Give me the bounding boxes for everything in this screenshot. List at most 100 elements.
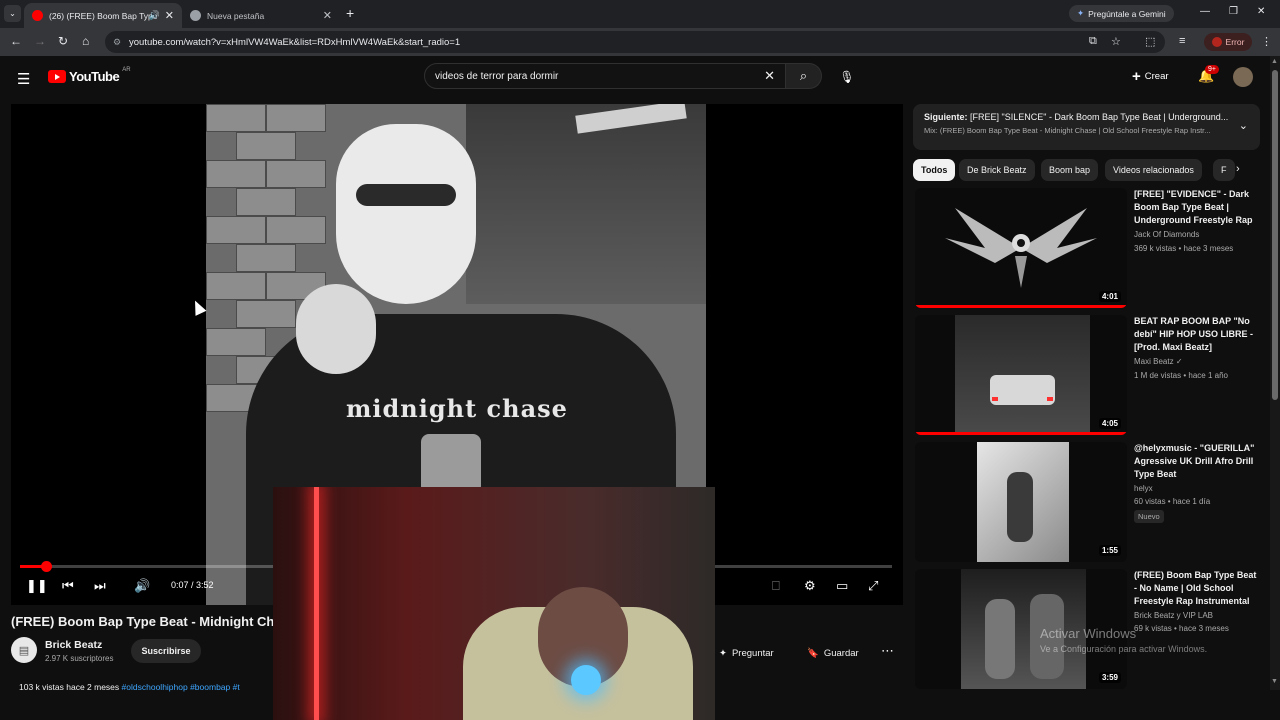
glowing-microphone	[571, 665, 601, 695]
recommendation-channel[interactable]: Jack Of Diamonds	[1134, 230, 1199, 239]
recommendation-item[interactable]: 1:55 @helyxmusic - "GUERILLA" Agressive …	[913, 442, 1260, 564]
tab-search-button[interactable]: ⌄	[4, 5, 21, 22]
video-thumbnail[interactable]: 4:01	[915, 188, 1127, 308]
channel-avatar[interactable]: ▤	[11, 637, 37, 663]
tab-new-tab[interactable]: Nueva pestaña ✕	[182, 3, 340, 28]
chip-scroll-right-icon[interactable]: ›	[1236, 163, 1240, 175]
chrome-favicon-icon	[190, 10, 201, 21]
youtube-favicon-icon	[32, 10, 43, 21]
recommendation-channel[interactable]: helyx	[1134, 484, 1153, 493]
browser-menu-icon[interactable]: ⋮	[1261, 35, 1272, 48]
duration-badge: 4:05	[1098, 418, 1121, 429]
search-button[interactable]: ⌕	[786, 63, 822, 89]
home-icon[interactable]: ⌂	[82, 34, 89, 48]
minimize-icon[interactable]: —	[1200, 6, 1210, 17]
recommendation-item[interactable]: 4:05 BEAT RAP BOOM BAP "No debí" HIP HOP…	[913, 315, 1260, 437]
create-label: Crear	[1144, 71, 1169, 82]
duration-badge: 1:55	[1098, 545, 1121, 556]
tab-youtube[interactable]: (26) (FREE) Boom Bap Type 🔊 ✕	[24, 3, 182, 28]
chip-de-brick-beatz[interactable]: De Brick Beatz	[959, 159, 1035, 181]
watched-progress-bar	[915, 305, 1127, 308]
site-info-icon[interactable]: ⚙	[113, 37, 121, 48]
recommendation-item[interactable]: 4:01 [FREE] "EVIDENCE" - Dark Boom Bap T…	[913, 188, 1260, 310]
profile-icon	[1211, 37, 1222, 47]
page-scrollbar[interactable]: ▲ ▼	[1270, 56, 1280, 690]
back-icon[interactable]: ←	[10, 34, 22, 48]
subtitles-icon[interactable]: ⎕	[772, 578, 780, 594]
gemini-button[interactable]: ✦ Pregúntale a Gemini	[1069, 5, 1174, 22]
next-prefix: Siguiente:	[924, 112, 968, 122]
country-code: AR	[122, 66, 131, 73]
maximize-icon[interactable]: ❐	[1229, 6, 1238, 17]
close-tab-icon[interactable]: ✕	[323, 9, 332, 22]
recommendation-title[interactable]: [FREE] "EVIDENCE" - Dark Boom Bap Type B…	[1134, 188, 1258, 228]
save-button[interactable]: 🔖 Guardar	[807, 643, 859, 663]
settings-gear-icon[interactable]: ⚙	[804, 578, 816, 594]
close-tab-icon[interactable]: ✕	[165, 9, 174, 22]
forward-icon[interactable]: →	[34, 34, 46, 48]
scroll-down-icon[interactable]: ▼	[1271, 678, 1278, 685]
recommendation-channel[interactable]: Maxi Beatz	[1134, 357, 1174, 366]
new-tab-button[interactable]: +	[346, 5, 354, 21]
scroll-up-icon[interactable]: ▲	[1271, 58, 1278, 65]
description-preview[interactable]: 103 k vistas hace 2 meses #oldschoolhiph…	[19, 682, 274, 692]
recommendation-title[interactable]: (FREE) Boom Bap Type Beat - No Name | Ol…	[1134, 569, 1258, 608]
recommendation-channel[interactable]: Brick Beatz y VIP LAB	[1134, 611, 1213, 620]
channel-name[interactable]: Brick Beatz	[45, 639, 102, 651]
account-avatar[interactable]	[1233, 67, 1253, 87]
fullscreen-icon[interactable]: ⤢	[868, 578, 878, 594]
balaclava-eyeholes	[356, 184, 456, 206]
video-thumbnail[interactable]: 1:55	[915, 442, 1127, 562]
reload-icon[interactable]: ↻	[58, 34, 68, 48]
ceiling	[466, 104, 706, 304]
scrollbar-thumb[interactable]	[1272, 70, 1278, 400]
hamburger-menu-icon[interactable]: ☰	[17, 70, 30, 88]
browser-tab-strip: ⌄ (26) (FREE) Boom Bap Type 🔊 ✕ Nueva pe…	[0, 0, 1280, 28]
address-bar[interactable]: ⚙ youtube.com/watch?v=xHmlVW4WaEk&list=R…	[105, 31, 1165, 53]
volume-icon[interactable]: 🔊	[134, 578, 150, 594]
recommendation-title[interactable]: @helyxmusic - "GUERILLA" Agressive UK Dr…	[1134, 442, 1258, 481]
hashtags[interactable]: #oldschoolhiphop #boombap #t	[122, 682, 240, 692]
search-query: videos de terror para dormir	[435, 70, 559, 82]
ask-label: Preguntar	[731, 647, 774, 659]
more-actions-icon[interactable]: ⋯	[881, 643, 894, 659]
bookmark-star-icon[interactable]: ☆	[1111, 35, 1121, 48]
shirt-print-text: midnight chase	[346, 394, 568, 423]
profile-error-button[interactable]: Error	[1204, 33, 1252, 51]
search-icon: ⌕	[799, 68, 808, 83]
video-thumbnail[interactable]: 4:05	[915, 315, 1127, 435]
chip-more[interactable]: F	[1213, 159, 1235, 181]
ask-button[interactable]: ✦ Preguntar	[719, 643, 774, 663]
theater-mode-icon[interactable]: ▭	[836, 578, 848, 594]
next-icon[interactable]: ⏭	[94, 578, 106, 594]
youtube-logo[interactable]: YouTube AR	[48, 66, 131, 84]
chip-todos[interactable]: Todos	[913, 159, 956, 181]
clear-search-icon[interactable]: ✕	[764, 68, 775, 84]
playlist-next-panel[interactable]: Siguiente: [FREE] "SILENCE" - Dark Boom …	[913, 104, 1260, 150]
tab-label: (26) (FREE) Boom Bap Type	[49, 10, 158, 21]
previous-icon[interactable]: ⏮	[62, 578, 74, 594]
pause-icon[interactable]: ❚❚	[26, 578, 48, 594]
create-button[interactable]: + Crear	[1132, 68, 1169, 85]
chip-boom-bap[interactable]: Boom bap	[1041, 159, 1099, 181]
recommendation-meta: 1 M de vistas • hace 1 año	[1134, 371, 1228, 380]
close-window-icon[interactable]: ✕	[1257, 6, 1265, 17]
watched-progress-bar	[915, 432, 1127, 435]
speaker-icon[interactable]: 🔊	[149, 10, 160, 21]
extensions-icon[interactable]: ⬚	[1145, 35, 1155, 48]
youtube-header: ☰ YouTube AR videos de terror para dormi…	[0, 56, 1270, 98]
duration-badge: 3:59	[1098, 672, 1121, 683]
logo-wordmark: YouTube	[69, 69, 120, 84]
red-led-strip	[314, 487, 319, 720]
recommendation-title[interactable]: BEAT RAP BOOM BAP "No debí" HIP HOP USO …	[1134, 315, 1258, 354]
voice-search-icon[interactable]: 🎙	[835, 65, 859, 89]
subscribe-button[interactable]: Suscribirse	[131, 639, 201, 663]
sparkle-icon: ✦	[719, 647, 727, 659]
chip-videos-relacionados[interactable]: Videos relacionados	[1105, 159, 1202, 181]
tab-label: Nueva pestaña	[207, 10, 265, 21]
search-input[interactable]: videos de terror para dormir ✕	[424, 63, 786, 89]
verified-check-icon: ✓	[1175, 357, 1183, 366]
install-app-icon[interactable]: ⧉	[1089, 35, 1097, 48]
chevron-down-icon[interactable]: ⌄	[1239, 119, 1248, 132]
reading-list-icon[interactable]: ≡	[1179, 35, 1185, 47]
